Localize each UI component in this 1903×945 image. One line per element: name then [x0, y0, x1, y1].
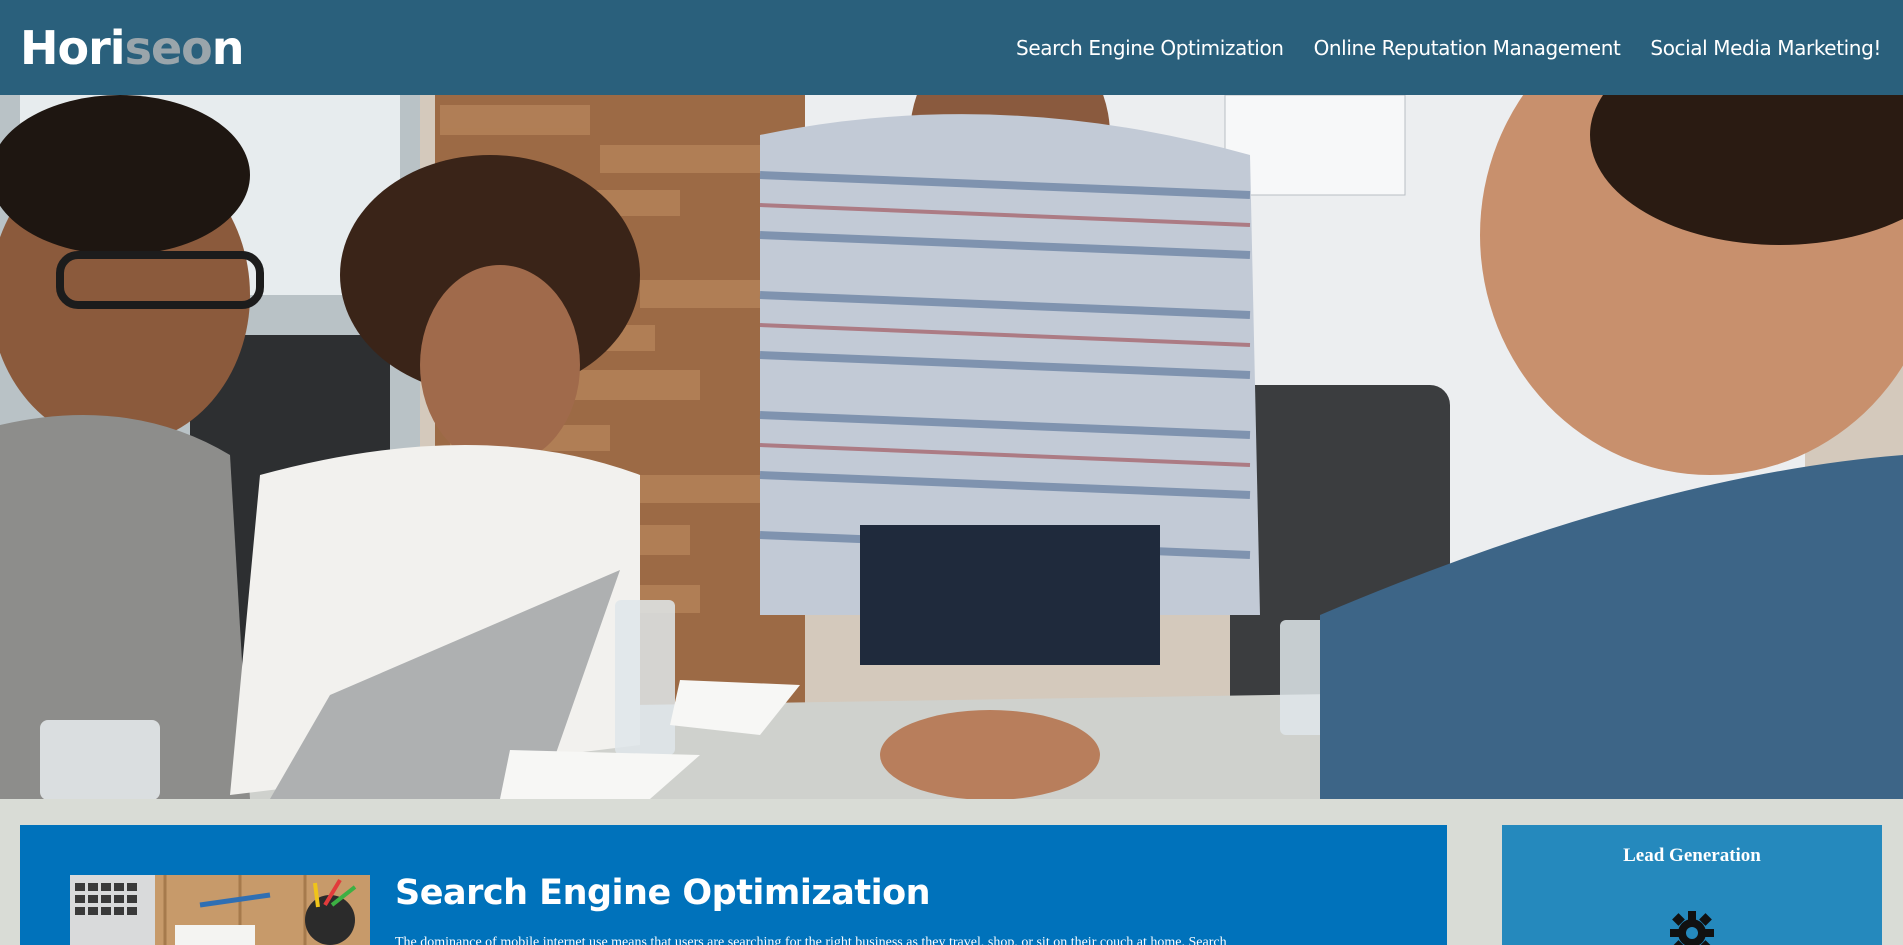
site-header: Horiseon Search Engine Optimization Onli… [0, 0, 1903, 95]
logo-text-start: Hori [20, 20, 126, 75]
nav-link-seo[interactable]: Search Engine Optimization [1016, 36, 1284, 60]
sidebar-title: Lead Generation [1623, 845, 1761, 866]
main-nav: Search Engine Optimization Online Reputa… [1016, 36, 1883, 60]
section-title: Search Engine Optimization [395, 873, 931, 913]
nav-link-social[interactable]: Social Media Marketing! [1650, 36, 1881, 60]
logo-text-seo: seo [124, 20, 213, 75]
gear-icon [1669, 910, 1715, 945]
sidebar-lead-generation: Lead Generation [1502, 825, 1882, 945]
hero-image [0, 95, 1903, 799]
logo-text-end: n [211, 20, 245, 75]
team-meeting-photo [0, 95, 1903, 799]
desk-workspace-image [70, 875, 370, 945]
section-text: The dominance of mobile internet use mea… [395, 935, 1227, 945]
seo-section: Search Engine Optimization The dominance… [20, 825, 1447, 945]
nav-link-reputation[interactable]: Online Reputation Management [1314, 36, 1621, 60]
site-logo[interactable]: Horiseon [20, 25, 244, 71]
